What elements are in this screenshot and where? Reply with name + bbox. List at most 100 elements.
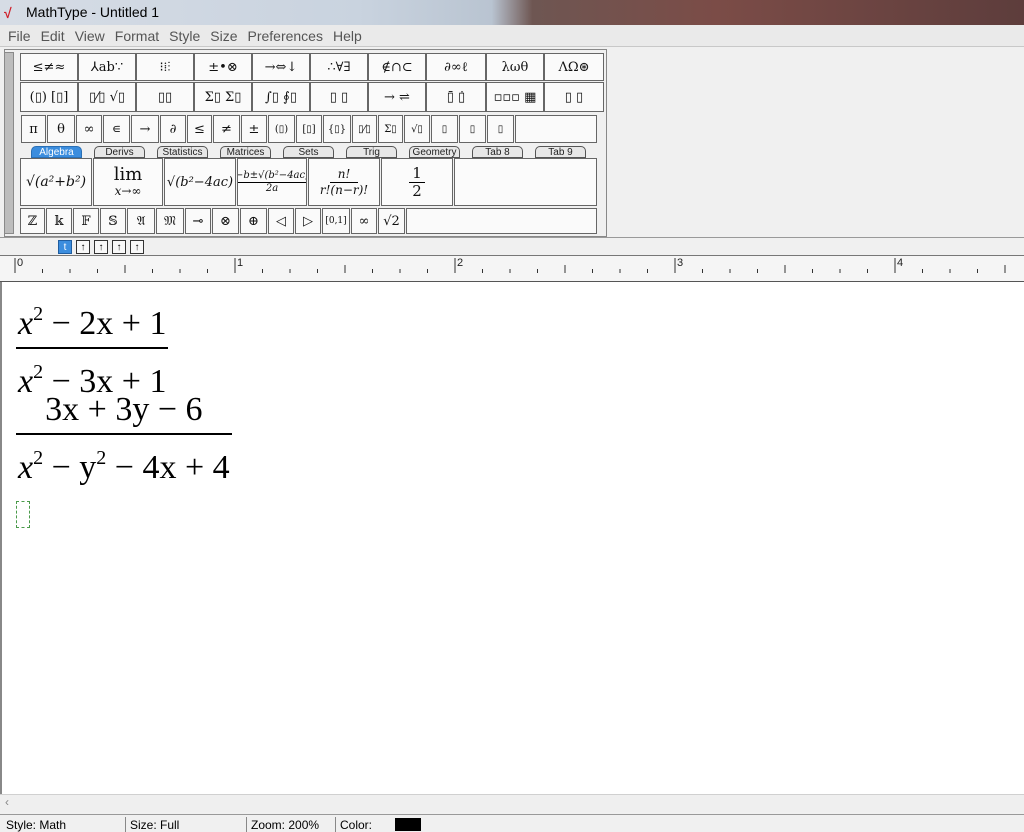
symbol-plus-minus-button[interactable]: ±: [241, 115, 267, 143]
palette-fences-button[interactable]: (▯) [▯]: [20, 82, 78, 112]
nudge-up-3-button[interactable]: ↑: [112, 240, 126, 254]
symbol-pi-button[interactable]: π: [21, 115, 46, 143]
template-quadratic-button[interactable]: −b±√(b²−4ac) 2a: [237, 158, 307, 206]
tab-8[interactable]: Tab 8: [472, 146, 523, 158]
template-superscript-button[interactable]: ▯: [431, 115, 458, 143]
palette-greek-lower-button[interactable]: λωθ: [486, 53, 544, 81]
palette-sums-button[interactable]: Σ▯ Σ▯: [194, 82, 252, 112]
template-sqrt-button[interactable]: √▯: [404, 115, 430, 143]
symbol-right-triangle-button[interactable]: ▷: [295, 208, 321, 234]
ruler-label-4: 4: [897, 257, 904, 269]
symbol-field-f-button[interactable]: 𝔽: [73, 208, 99, 234]
symbol-multimap-button[interactable]: ⊸: [185, 208, 211, 234]
nudge-up-2-button[interactable]: ↑: [94, 240, 108, 254]
symbol-infinity-2-button[interactable]: ∞: [351, 208, 377, 234]
menu-file[interactable]: File: [3, 28, 36, 44]
menu-preferences[interactable]: Preferences: [242, 28, 327, 44]
palette-misc-button[interactable]: ∂∞ℓ: [426, 53, 486, 81]
template-half-button[interactable]: 1 2: [381, 158, 453, 206]
template-subsup-button[interactable]: ▯: [487, 115, 514, 143]
palette-labeled-arrows-button[interactable]: → ⇌: [368, 82, 426, 112]
palette-embellishments-button[interactable]: ⁝⁞⫶: [136, 53, 194, 81]
menu-view[interactable]: View: [70, 28, 110, 44]
ruler[interactable]: 0 1 2 3 4: [0, 255, 1024, 282]
palette-bars-button[interactable]: ▯ ▯: [310, 82, 368, 112]
palette-spaces-button[interactable]: ⅄ab∵: [78, 53, 136, 81]
template-brackets-button[interactable]: [▯]: [296, 115, 322, 143]
symbol-integers-button[interactable]: ℤ: [20, 208, 45, 234]
tab-9[interactable]: Tab 9: [535, 146, 586, 158]
title-bar: √ MathType - Untitled 1: [0, 0, 1024, 25]
equation-fraction-2[interactable]: 3x + 3y − 6 x2 − y2 − 4x + 4: [16, 390, 232, 488]
nudge-up-4-button[interactable]: ↑: [130, 240, 144, 254]
limit-subscript: x→∞: [114, 184, 142, 198]
tab-statistics[interactable]: Statistics: [157, 146, 208, 158]
quadratic-denominator: 2a: [265, 182, 279, 194]
scroll-left-arrow-icon[interactable]: ‹: [5, 795, 9, 809]
palette-logic-button[interactable]: ∴∀∃: [310, 53, 368, 81]
symbol-partial-button[interactable]: ∂: [160, 115, 186, 143]
tab-derivs[interactable]: Derivs: [94, 146, 145, 158]
tab-trig[interactable]: Trig: [346, 146, 397, 158]
palette-products-button[interactable]: ▯̄ ▯̇: [426, 82, 486, 112]
menu-format[interactable]: Format: [110, 28, 164, 44]
menu-style[interactable]: Style: [164, 28, 205, 44]
status-color-swatch: [395, 818, 421, 831]
tab-sets[interactable]: Sets: [283, 146, 334, 158]
template-combination-button[interactable]: n! r!(n−r)!: [308, 158, 380, 206]
menu-help[interactable]: Help: [328, 28, 367, 44]
palette-fractions-button[interactable]: ▯⁄▯ √▯: [78, 82, 136, 112]
palette-matrices-button[interactable]: ▫▫▫ ▦: [486, 82, 544, 112]
insertion-slot[interactable]: [16, 501, 30, 528]
symbol-element-of-button[interactable]: ∊: [103, 115, 130, 143]
template-discriminant-button[interactable]: √(b²−4ac): [164, 158, 236, 206]
equation-editor-area[interactable]: x2 − 2x + 1 x2 − 3x + 1 3x + 3y − 6 x2 −…: [0, 282, 1024, 794]
template-fraction-button[interactable]: ▯⁄▯: [352, 115, 377, 143]
symbol-neq-button[interactable]: ≠: [213, 115, 240, 143]
ruler-label-3: 3: [677, 257, 684, 269]
tab-geometry[interactable]: Geometry: [409, 146, 460, 158]
nudge-bar: [0, 237, 1024, 255]
fraction-2-denominator: x2 − y2 − 4x + 4: [18, 447, 230, 486]
tab-matrices[interactable]: Matrices: [220, 146, 271, 158]
nudge-text-button[interactable]: t: [58, 240, 72, 254]
template-braces-button[interactable]: {▯}: [323, 115, 351, 143]
symbol-leq-button[interactable]: ≤: [187, 115, 212, 143]
symbol-fraktur-a-button[interactable]: 𝔄: [127, 208, 155, 234]
palette-grip[interactable]: [4, 52, 14, 234]
tab-algebra[interactable]: Algebra: [31, 146, 82, 158]
symbol-fraktur-m-button[interactable]: 𝔐: [156, 208, 184, 234]
palette-boxes-button[interactable]: ▯ ▯: [544, 82, 604, 112]
palette-greek-upper-button[interactable]: ΛΩ⊛: [544, 53, 604, 81]
menu-edit[interactable]: Edit: [36, 28, 70, 44]
palette-scripts-button[interactable]: ▯▯: [136, 82, 194, 112]
symbol-infinity-button[interactable]: ∞: [76, 115, 102, 143]
template-limit-button[interactable]: lim x→∞: [93, 158, 163, 206]
symbol-interval-button[interactable]: [0,1]: [322, 208, 350, 234]
template-parens-button[interactable]: (▯): [268, 115, 295, 143]
equation-fraction-1[interactable]: x2 − 2x + 1 x2 − 3x + 1: [16, 294, 169, 402]
palette-arrows-button[interactable]: →⇔↓: [252, 53, 310, 81]
symbol-left-triangle-button[interactable]: ◁: [268, 208, 294, 234]
template-hypotenuse-button[interactable]: √(a²+b²): [20, 158, 92, 206]
symbol-otimes-button[interactable]: ⊗: [212, 208, 239, 234]
template-subscript-button[interactable]: ▯: [459, 115, 486, 143]
symbol-right-arrow-button[interactable]: →: [131, 115, 159, 143]
symbol-oplus-button[interactable]: ⊕: [240, 208, 267, 234]
symbol-theta-button[interactable]: θ: [47, 115, 75, 143]
symbol-field-k-button[interactable]: 𝕜: [46, 208, 72, 234]
symbol-sqrt2-button[interactable]: √2: [378, 208, 405, 234]
status-color-label: Color:: [335, 817, 372, 832]
ruler-ticks: [14, 258, 1006, 273]
menu-size[interactable]: Size: [205, 28, 242, 44]
limit-label: lim: [113, 164, 143, 185]
template-sum-button[interactable]: Σ▯: [378, 115, 403, 143]
palette-relations-button[interactable]: ≤≠≈: [20, 53, 78, 81]
symbol-s-button[interactable]: 𝕊: [100, 208, 126, 234]
nudge-up-button[interactable]: ↑: [76, 240, 90, 254]
small-bar-2-empty-slot: [406, 208, 597, 234]
palette-integrals-button[interactable]: ∫▯ ∮▯: [252, 82, 310, 112]
palette-sets-button[interactable]: ∉∩⊂: [368, 53, 426, 81]
horizontal-scrollbar[interactable]: ‹: [0, 794, 1024, 812]
palette-operators-button[interactable]: ±•⊗: [194, 53, 252, 81]
